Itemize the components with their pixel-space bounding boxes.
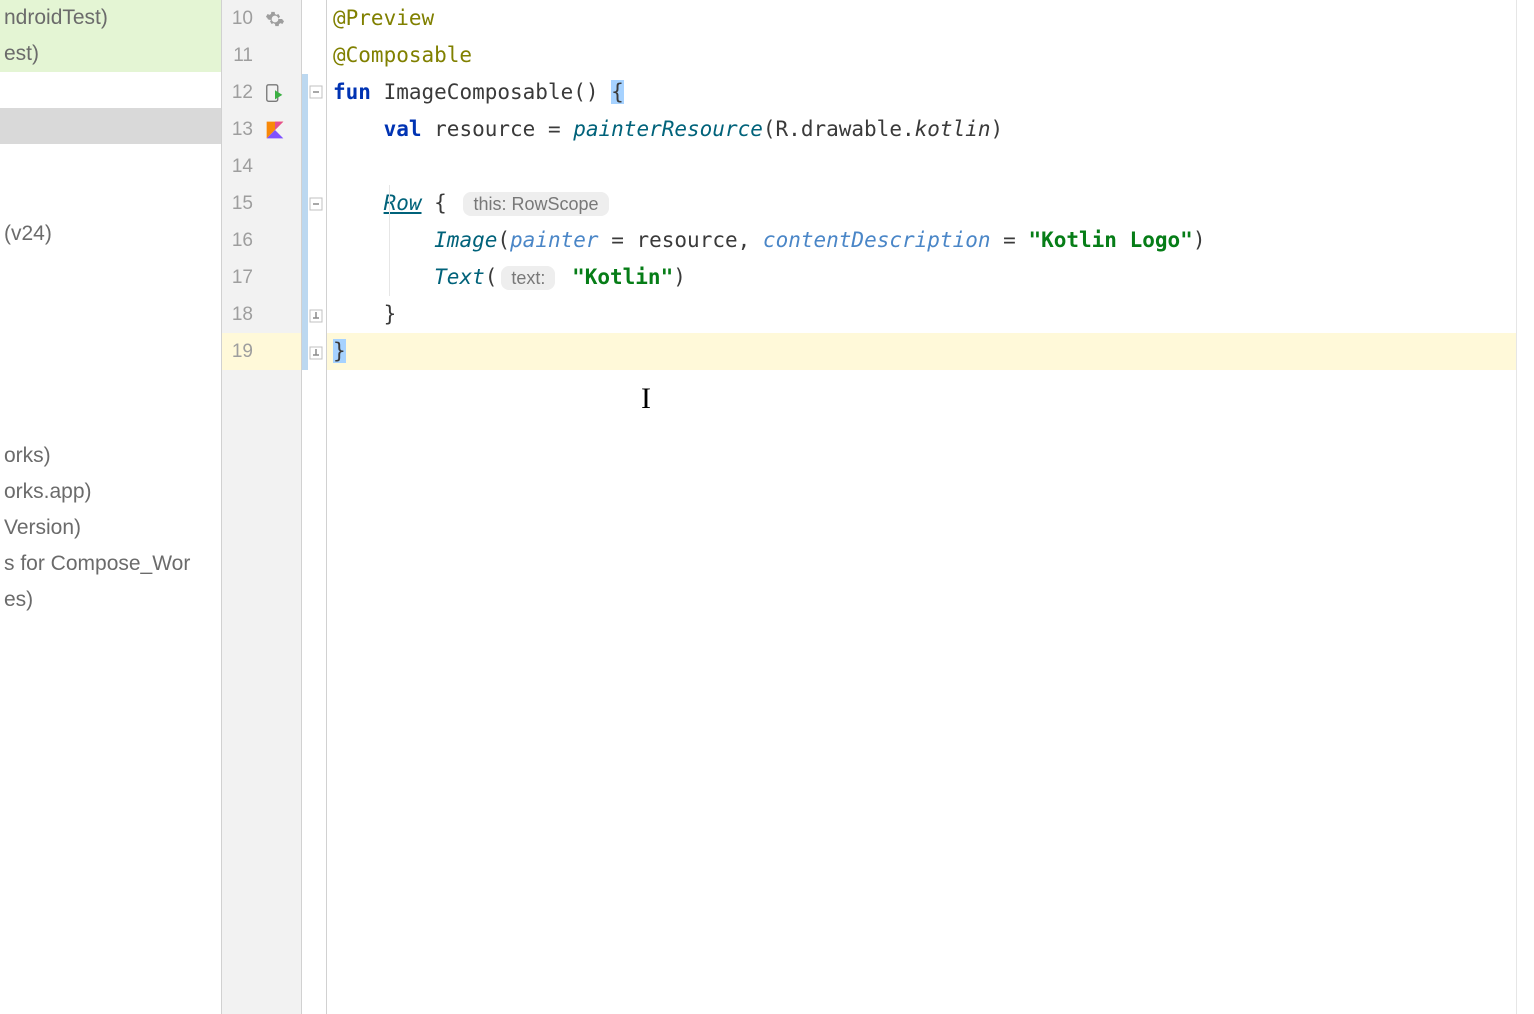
code-line[interactable]: fun ImageComposable() { bbox=[327, 74, 1516, 111]
gutter-line[interactable]: 15 bbox=[222, 185, 301, 222]
code-line[interactable]: @Preview bbox=[327, 0, 1516, 37]
code-line[interactable]: val resource = painterResource(R.drawabl… bbox=[327, 111, 1516, 148]
fold-strip[interactable] bbox=[302, 0, 327, 1014]
tree-item[interactable]: (v24) bbox=[0, 216, 221, 252]
tree-item[interactable]: s for Compose_Wor bbox=[0, 546, 221, 582]
modification-bar bbox=[302, 74, 308, 370]
fold-toggle-icon[interactable] bbox=[308, 84, 324, 100]
gutter-line[interactable]: 11 bbox=[222, 37, 301, 74]
tree-item[interactable]: ndroidTest) bbox=[0, 0, 221, 36]
line-gutter[interactable]: 10 11 12 13 14 15 16 17 18 19 bbox=[222, 0, 302, 1014]
kotlin-icon bbox=[257, 120, 293, 140]
code-line-current[interactable]: } bbox=[327, 333, 1516, 370]
inlay-hint: this: RowScope bbox=[463, 192, 608, 216]
code-editor[interactable]: @Preview @Composable fun ImageComposable… bbox=[327, 0, 1516, 1014]
matched-brace: { bbox=[611, 80, 624, 104]
gutter-line[interactable]: 16 bbox=[222, 222, 301, 259]
code-line[interactable]: Text(text: "Kotlin") bbox=[327, 259, 1516, 296]
gutter-line[interactable]: 17 bbox=[222, 259, 301, 296]
code-line[interactable] bbox=[327, 148, 1516, 185]
tree-item[interactable]: es) bbox=[0, 582, 221, 618]
run-icon[interactable] bbox=[257, 82, 293, 104]
text-caret-icon: I bbox=[641, 382, 651, 416]
gear-icon[interactable] bbox=[257, 9, 293, 29]
scrollbar-markers[interactable] bbox=[1516, 0, 1534, 1014]
inlay-hint: text: bbox=[501, 266, 555, 290]
gutter-line[interactable]: 13 bbox=[222, 111, 301, 148]
gutter-line-current[interactable]: 19 bbox=[222, 333, 301, 370]
fold-toggle-icon[interactable] bbox=[308, 196, 324, 212]
project-tree[interactable]: ndroidTest) est) (v24) orks) orks.app) V… bbox=[0, 0, 222, 1014]
gutter-line[interactable]: 14 bbox=[222, 148, 301, 185]
tree-item[interactable]: est) bbox=[0, 36, 221, 72]
code-line[interactable]: } bbox=[327, 296, 1516, 333]
tree-item[interactable]: orks.app) bbox=[0, 474, 221, 510]
gutter-line[interactable]: 12 bbox=[222, 74, 301, 111]
fold-end-icon[interactable] bbox=[308, 345, 324, 361]
gutter-line[interactable]: 10 bbox=[222, 0, 301, 37]
code-line[interactable]: Row { this: RowScope bbox=[327, 185, 1516, 222]
matched-brace: } bbox=[333, 339, 346, 363]
tree-item[interactable]: Version) bbox=[0, 510, 221, 546]
code-line[interactable]: @Composable bbox=[327, 37, 1516, 74]
fold-end-icon[interactable] bbox=[308, 308, 324, 324]
tree-item-selected[interactable] bbox=[0, 108, 221, 144]
tree-item[interactable]: orks) bbox=[0, 438, 221, 474]
code-line[interactable]: Image(painter = resource, contentDescrip… bbox=[327, 222, 1516, 259]
gutter-line[interactable]: 18 bbox=[222, 296, 301, 333]
